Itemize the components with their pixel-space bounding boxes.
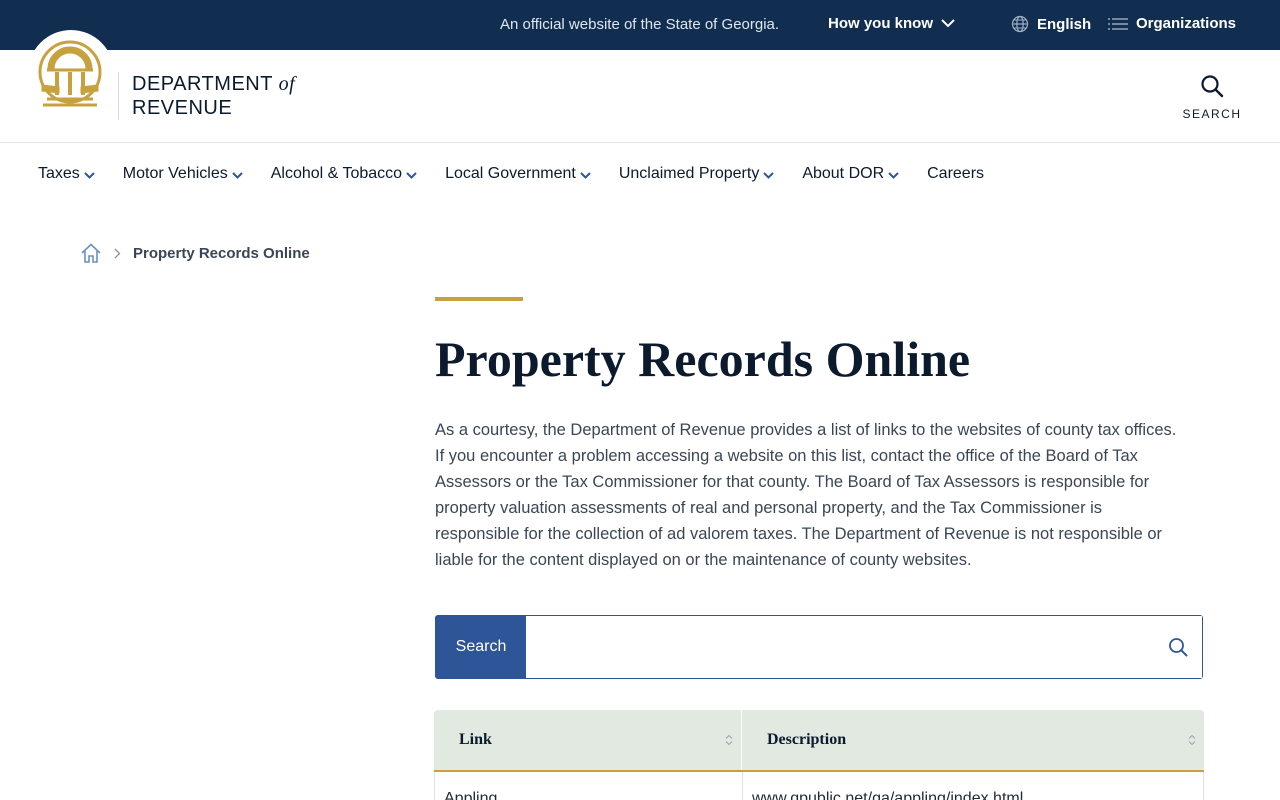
nav-item-about-dor[interactable]: About DOR (802, 165, 899, 183)
nav-label: Motor Vehicles (122, 165, 228, 182)
logo-divider (118, 72, 119, 120)
table-search: Search (435, 615, 1203, 679)
wordmark-of: of (278, 73, 296, 95)
nav-item-alcohol-tobacco[interactable]: Alcohol & Tobacco (271, 165, 417, 183)
chevron-down-icon (763, 171, 775, 179)
wordmark-revenue: REVENUE (132, 97, 233, 119)
page-title: Property Records Online (435, 331, 971, 387)
search-icon[interactable] (1168, 637, 1188, 657)
georgia-seal-logo (38, 40, 102, 107)
nav-label: About DOR (802, 165, 885, 182)
table-header: Link Description (434, 710, 1204, 772)
main-navigation: Taxes Motor Vehicles Alcohol & Tobacco L… (38, 163, 1012, 185)
nav-label: Taxes (38, 165, 80, 182)
intro-paragraph: As a courtesy, the Department of Revenue… (435, 421, 1177, 569)
nav-item-taxes[interactable]: Taxes (38, 165, 95, 183)
column-header-description[interactable]: Description (742, 710, 1204, 770)
property-records-table: Link Description Appling www.qpublic.net… (434, 710, 1204, 800)
sort-icon (1188, 734, 1196, 746)
how-you-know-label: How you know (828, 15, 933, 32)
chevron-down-icon (888, 171, 899, 179)
chevron-down-icon (941, 19, 955, 28)
chevron-down-icon (580, 171, 591, 179)
nav-item-unclaimed-property[interactable]: Unclaimed Property (619, 165, 775, 183)
site-header: DEPARTMENT of REVENUE SEARCH (0, 30, 1280, 143)
breadcrumb-current: Property Records Online (133, 244, 310, 262)
search-input[interactable] (526, 616, 1202, 678)
nav-item-motor-vehicles[interactable]: Motor Vehicles (123, 165, 243, 183)
column-header-link[interactable]: Link (434, 710, 742, 770)
column-header-label: Link (459, 731, 492, 748)
nav-label: Unclaimed Property (618, 165, 760, 182)
chevron-down-icon (406, 171, 417, 179)
department-wordmark[interactable]: DEPARTMENT of REVENUE (132, 72, 295, 120)
breadcrumb: Property Records Online (80, 242, 310, 264)
sort-icon (725, 734, 733, 746)
wordmark-department: DEPARTMENT (132, 73, 273, 95)
search-label: Search (436, 616, 526, 678)
home-icon[interactable] (80, 242, 102, 264)
language-selector[interactable]: English (1011, 15, 1091, 33)
column-header-label: Description (767, 731, 847, 748)
chevron-down-icon (232, 171, 243, 179)
table-cell-link[interactable]: Appling (435, 772, 743, 800)
chevron-down-icon (84, 171, 95, 179)
header-search-button[interactable]: SEARCH (1180, 74, 1244, 121)
list-icon (1108, 17, 1128, 30)
nav-item-local-government[interactable]: Local Government (445, 165, 591, 183)
nav-label: Careers (927, 165, 985, 182)
header-search-label: SEARCH (1182, 107, 1242, 121)
globe-icon (1011, 15, 1029, 33)
nav-label: Local Government (445, 165, 576, 182)
nav-label: Alcohol & Tobacco (270, 165, 403, 182)
table-row: Appling www.qpublic.net/ga/appling/index… (434, 772, 1204, 800)
nav-item-careers[interactable]: Careers (927, 165, 984, 183)
home-logo-link[interactable] (28, 30, 114, 116)
title-accent-rule (435, 297, 523, 301)
organizations-menu[interactable]: Organizations (1108, 15, 1236, 32)
table-cell-description[interactable]: www.qpublic.net/ga/appling/index.html (743, 772, 1203, 800)
official-website-text: An official website of the State of Geor… (500, 16, 780, 33)
how-you-know-toggle[interactable]: How you know (828, 15, 955, 32)
chevron-right-icon (114, 248, 121, 258)
search-icon (1201, 75, 1224, 98)
organizations-label: Organizations (1136, 15, 1237, 32)
language-label: English (1037, 15, 1092, 33)
official-banner: An official website of the State of Geor… (0, 0, 1280, 50)
